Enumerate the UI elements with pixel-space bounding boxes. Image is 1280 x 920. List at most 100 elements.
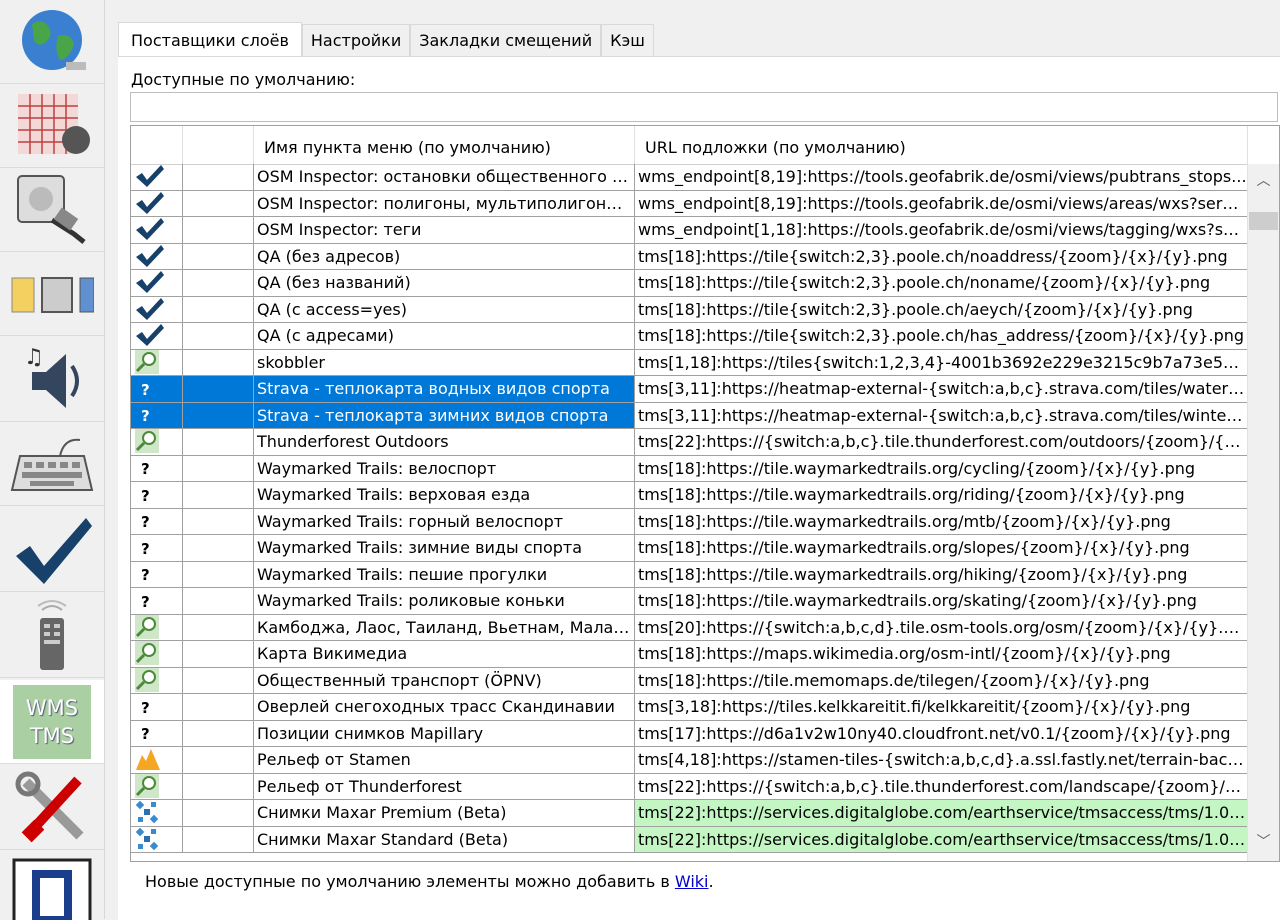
row-name-cell[interactable]: skobbler bbox=[254, 349, 635, 376]
scroll-down-icon[interactable]: ﹀ bbox=[1248, 831, 1279, 857]
scroll-up-icon[interactable]: ︿ bbox=[1248, 170, 1279, 196]
table-row[interactable]: OSM Inspector: полигоны, мультиполигоны … bbox=[131, 190, 1248, 217]
table-row[interactable]: ? Waymarked Trails: зимние виды спорта tms… bbox=[131, 535, 1248, 562]
row-url-cell[interactable]: tms[4,18]:https://stamen-tiles-{switch:a… bbox=[635, 747, 1248, 774]
row-url-cell[interactable]: tms[17]:https://d6a1v2w10ny40.cloudfront… bbox=[635, 720, 1248, 747]
wiki-link[interactable]: Wiki bbox=[675, 872, 709, 891]
row-name-cell[interactable]: OSM Inspector: полигоны, мультиполигоны … bbox=[254, 190, 635, 217]
table-row[interactable]: Рельеф от Stamen tms[4,18]:https://stamen… bbox=[131, 747, 1248, 774]
header-icon-column[interactable] bbox=[131, 126, 183, 164]
row-name-cell[interactable]: Камбоджа, Лаос, Таиланд, Вьетнам, Малай.… bbox=[254, 614, 635, 641]
row-url-cell[interactable]: tms[18]:https://tile{switch:2,3}.poole.c… bbox=[635, 323, 1248, 350]
table-row[interactable]: Снимки Maxar Premium (Beta) tms[22]:https… bbox=[131, 800, 1248, 827]
row-url-cell[interactable]: tms[22]:https://{switch:a,b,c}.tile.thun… bbox=[635, 773, 1248, 800]
vertical-scrollbar[interactable]: ︿ ﹀ bbox=[1247, 164, 1279, 861]
tab-settings[interactable]: Настройки bbox=[301, 24, 411, 56]
row-name-cell[interactable]: QA (с access=yes) bbox=[254, 296, 635, 323]
table-row[interactable]: ? Waymarked Trails: верховая езда tms[18]:… bbox=[131, 482, 1248, 509]
row-name-cell[interactable]: Waymarked Trails: верховая езда bbox=[254, 482, 635, 509]
sidebar-item-map-paint[interactable] bbox=[0, 852, 104, 920]
header-name-column[interactable]: Имя пункта меню (по умолчанию) bbox=[254, 126, 635, 164]
table-row[interactable]: Рельеф от Thunderforest tms[22]:https://{… bbox=[131, 773, 1248, 800]
row-name-cell[interactable]: QA (без адресов) bbox=[254, 243, 635, 270]
row-url-cell[interactable]: wms_endpoint[8,19]:https://tools.geofabr… bbox=[635, 164, 1248, 191]
row-url-cell[interactable]: tms[18]:https://tile.waymarkedtrails.org… bbox=[635, 508, 1248, 535]
row-name-cell[interactable]: Рельеф от Stamen bbox=[254, 747, 635, 774]
sidebar-item-remote-control[interactable] bbox=[0, 594, 104, 678]
row-url-cell[interactable]: tms[1,18]:https://tiles{switch:1,2,3,4}-… bbox=[635, 349, 1248, 376]
row-name-cell[interactable]: Waymarked Trails: велоспорт bbox=[254, 455, 635, 482]
table-row[interactable]: ? Waymarked Trails: пешие прогулки tms[18]… bbox=[131, 561, 1248, 588]
row-name-cell[interactable]: Waymarked Trails: роликовые коньки bbox=[254, 588, 635, 615]
row-name-cell[interactable]: OSM Inspector: остановки общественного т… bbox=[254, 164, 635, 191]
row-name-cell[interactable]: Strava - теплокарта зимних видов спорта bbox=[254, 402, 635, 429]
table-row[interactable]: Снимки Maxar Standard (Beta) tms[22]:http… bbox=[131, 826, 1248, 853]
sidebar-item-display[interactable] bbox=[0, 0, 104, 84]
table-row[interactable]: Карта Викимедиа tms[18]:https://maps.wiki… bbox=[131, 641, 1248, 668]
sidebar-item-advanced[interactable] bbox=[0, 252, 104, 336]
row-name-cell[interactable]: Strava - теплокарта водных видов спорта bbox=[254, 376, 635, 403]
table-row[interactable]: QA (с access=yes) tms[18]:https://tile{sw… bbox=[131, 296, 1248, 323]
row-url-cell[interactable]: wms_endpoint[1,18]:https://tools.geofabr… bbox=[635, 217, 1248, 244]
row-name-cell[interactable]: Общественный транспорт (ÖPNV) bbox=[254, 667, 635, 694]
table-row[interactable]: ? Waymarked Trails: роликовые коньки tms[1… bbox=[131, 588, 1248, 615]
row-url-cell[interactable]: tms[18]:https://tile.memomaps.de/tilegen… bbox=[635, 667, 1248, 694]
table-row[interactable]: OSM Inspector: остановки общественного т… bbox=[131, 164, 1248, 191]
tab-layer-providers[interactable]: Поставщики слоёв bbox=[118, 22, 302, 57]
header-status-column[interactable] bbox=[183, 126, 254, 164]
row-name-cell[interactable]: Позиции снимков Mapillary bbox=[254, 720, 635, 747]
table-row[interactable]: OSM Inspector: теги wms_endpoint[1,18]:ht… bbox=[131, 217, 1248, 244]
row-url-cell[interactable]: tms[18]:https://maps.wikimedia.org/osm-i… bbox=[635, 641, 1248, 668]
row-url-cell[interactable]: tms[22]:https://{switch:a,b,c}.tile.thun… bbox=[635, 429, 1248, 456]
tab-cache[interactable]: Кэш bbox=[601, 24, 654, 56]
table-row[interactable]: ? Waymarked Trails: горный велоспорт tms[1… bbox=[131, 508, 1248, 535]
sidebar-item-shortcuts[interactable] bbox=[0, 422, 104, 506]
row-url-cell[interactable]: tms[20]:https://{switch:a,b,c,d}.tile.os… bbox=[635, 614, 1248, 641]
row-url-cell[interactable]: tms[18]:https://tile{switch:2,3}.poole.c… bbox=[635, 270, 1248, 297]
table-row[interactable]: QA (с адресами) tms[18]:https://tile{swit… bbox=[131, 323, 1248, 350]
row-name-cell[interactable]: Waymarked Trails: пешие прогулки bbox=[254, 561, 635, 588]
row-name-cell[interactable]: OSM Inspector: теги bbox=[254, 217, 635, 244]
sidebar-item-plugins[interactable] bbox=[0, 766, 104, 850]
row-url-cell[interactable]: tms[18]:https://tile.waymarkedtrails.org… bbox=[635, 588, 1248, 615]
row-name-cell[interactable]: Waymarked Trails: зимние виды спорта bbox=[254, 535, 635, 562]
sidebar-item-audio[interactable]: ♫ bbox=[0, 338, 104, 422]
tab-offset-bookmarks[interactable]: Закладки смещений bbox=[410, 24, 602, 56]
row-url-cell[interactable]: tms[18]:https://tile.waymarkedtrails.org… bbox=[635, 535, 1248, 562]
row-url-cell[interactable]: tms[18]:https://tile.waymarkedtrails.org… bbox=[635, 561, 1248, 588]
table-row[interactable]: ? Waymarked Trails: велоспорт tms[18]:http… bbox=[131, 455, 1248, 482]
row-name-cell[interactable]: QA (без названий) bbox=[254, 270, 635, 297]
row-name-cell[interactable]: Карта Викимедиа bbox=[254, 641, 635, 668]
sidebar-item-validator[interactable] bbox=[0, 508, 104, 592]
table-row[interactable]: skobbler tms[1,18]:https://tiles{switch:1… bbox=[131, 349, 1248, 376]
table-row[interactable]: QA (без адресов) tms[18]:https://tile{swi… bbox=[131, 243, 1248, 270]
table-row[interactable]: Общественный транспорт (ÖPNV) tms[18]:htt… bbox=[131, 667, 1248, 694]
row-url-cell[interactable]: tms[3,11]:https://heatmap-external-{swit… bbox=[635, 376, 1248, 403]
row-name-cell[interactable]: Рельеф от Thunderforest bbox=[254, 773, 635, 800]
row-url-cell[interactable]: tms[18]:https://tile{switch:2,3}.poole.c… bbox=[635, 243, 1248, 270]
table-row[interactable]: ? Позиции снимков Mapillary tms[17]:https:… bbox=[131, 720, 1248, 747]
table-row[interactable]: QA (без названий) tms[18]:https://tile{sw… bbox=[131, 270, 1248, 297]
table-row[interactable]: ? Strava - теплокарта зимних видов спорта… bbox=[131, 402, 1248, 429]
row-name-cell[interactable]: Thunderforest Outdoors bbox=[254, 429, 635, 456]
row-name-cell[interactable]: Waymarked Trails: горный велоспорт bbox=[254, 508, 635, 535]
row-name-cell[interactable]: QA (с адресами) bbox=[254, 323, 635, 350]
row-url-cell[interactable]: tms[18]:https://tile.waymarkedtrails.org… bbox=[635, 482, 1248, 509]
table-row[interactable]: Камбоджа, Лаос, Таиланд, Вьетнам, Малай.… bbox=[131, 614, 1248, 641]
row-url-cell[interactable]: tms[3,18]:https://tiles.kelkkareitit.fi/… bbox=[635, 694, 1248, 721]
row-name-cell[interactable]: Оверлей снегоходных трасс Скандинавии bbox=[254, 694, 635, 721]
header-url-column[interactable]: URL подложки (по умолчанию) bbox=[635, 126, 1248, 164]
row-url-cell[interactable]: tms[22]:https://services.digitalglobe.co… bbox=[635, 800, 1248, 827]
row-url-cell[interactable]: wms_endpoint[8,19]:https://tools.geofabr… bbox=[635, 190, 1248, 217]
row-url-cell[interactable]: tms[22]:https://services.digitalglobe.co… bbox=[635, 826, 1248, 853]
sidebar-item-connection[interactable] bbox=[0, 168, 104, 252]
row-url-cell[interactable]: tms[18]:https://tile.waymarkedtrails.org… bbox=[635, 455, 1248, 482]
sidebar-item-projection[interactable] bbox=[0, 84, 104, 168]
filter-input[interactable] bbox=[130, 92, 1278, 122]
table-row[interactable]: ? Strava - теплокарта водных видов спорта… bbox=[131, 376, 1248, 403]
row-url-cell[interactable]: tms[3,11]:https://heatmap-external-{swit… bbox=[635, 402, 1248, 429]
row-url-cell[interactable]: tms[18]:https://tile{switch:2,3}.poole.c… bbox=[635, 296, 1248, 323]
row-name-cell[interactable]: Снимки Maxar Standard (Beta) bbox=[254, 826, 635, 853]
scroll-thumb[interactable] bbox=[1249, 212, 1278, 230]
table-row[interactable]: Thunderforest Outdoors tms[22]:https://{s… bbox=[131, 429, 1248, 456]
